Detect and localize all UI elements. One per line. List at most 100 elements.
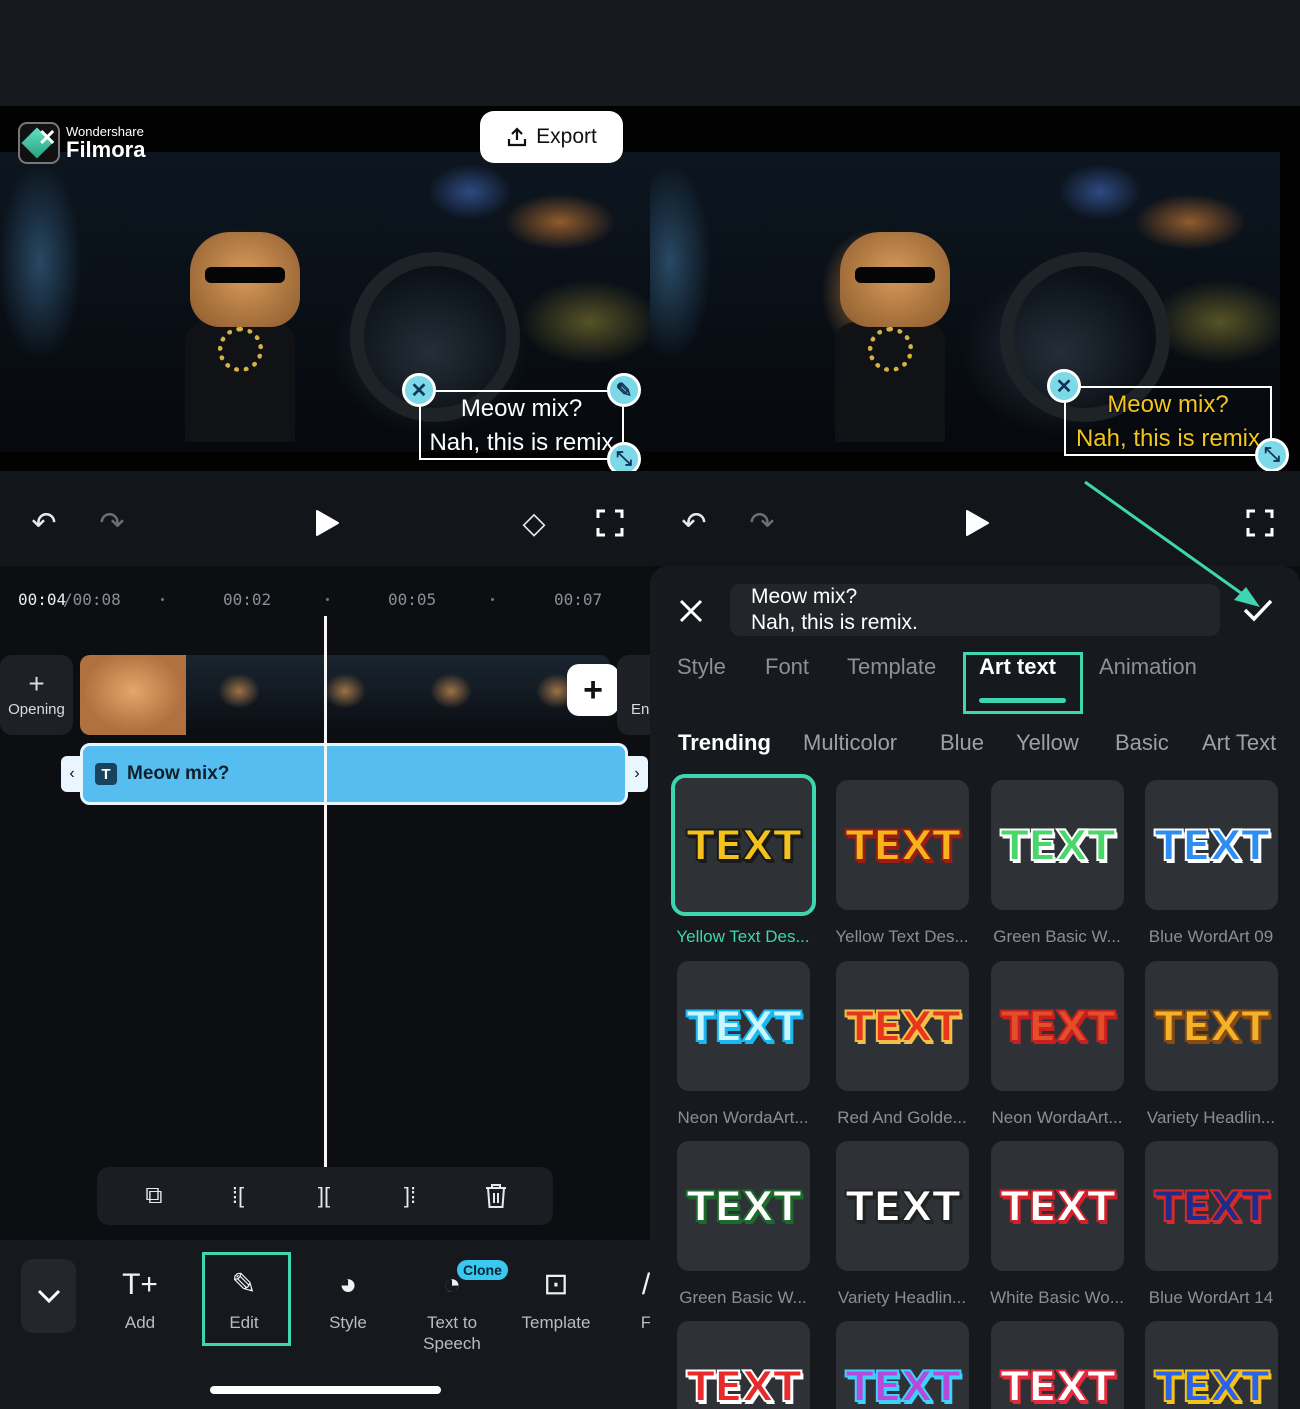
collapse-chevron-icon[interactable] [21,1259,76,1333]
category-blue[interactable]: Blue [940,730,984,756]
video-preview[interactable]: Wondershare Filmora Export Meow mix? Nah… [0,106,650,471]
art-text-preset-card[interactable]: TEXT [836,1141,969,1271]
art-text-preset-card[interactable]: TEXT [677,1141,810,1271]
trim-start-icon[interactable]: ⁞[ [221,1179,255,1213]
playhead[interactable] [324,616,327,1168]
ruler-mark: 00:05 [388,590,437,609]
text-clip[interactable]: T Meow mix? [80,743,628,805]
art-text-preset-card[interactable]: TEXT [991,1141,1124,1271]
upload-icon [508,127,527,147]
close-icon[interactable] [672,592,710,630]
cat-sunglasses [855,267,935,283]
fullscreen-icon[interactable] [590,503,630,543]
art-text-preview: TEXT [1153,1361,1270,1409]
category-multicolor[interactable]: Multicolor [803,730,897,756]
video-clip[interactable] [80,655,610,735]
art-text-preview: TEXT [844,820,961,871]
art-text-preset-card[interactable]: TEXT [836,780,969,910]
tab-animation[interactable]: Animation [1099,654,1197,680]
ruler-dot [161,598,164,601]
caption-resize-icon[interactable]: ⤡ [607,442,641,471]
status-area [0,0,650,106]
duplicate-icon[interactable]: ⧉ [137,1179,171,1213]
art-text-preset-card[interactable]: TEXT [991,1321,1124,1409]
caption-line-2: Nah, this is remix [429,429,614,456]
trim-end-icon[interactable]: ]⁞ [393,1179,427,1213]
category-basic[interactable]: Basic [1115,730,1169,756]
logo-brand-big: Filmora [66,137,146,162]
art-text-preset-label: White Basic Wo... [990,1288,1124,1307]
caption-box[interactable]: Meow mix? Nah, this is remix [1064,386,1272,456]
art-text-preset-card[interactable]: TEXT [677,1321,810,1409]
caption-resize-icon[interactable]: ⤡ [1255,438,1289,471]
art-text-preview: TEXT [685,1181,802,1232]
clip-thumbnail [186,655,292,735]
clone-badge: Clone [457,1260,508,1280]
art-text-preset-card[interactable]: TEXT [1145,1141,1278,1271]
template-button[interactable]: ⊡ Template [506,1262,606,1333]
style-button[interactable]: ◕ Style [298,1262,398,1333]
category-yellow[interactable]: Yellow [1016,730,1079,756]
caption-delete-icon[interactable]: ✕ [402,373,436,407]
art-text-preset-label: Neon WordaArt... [677,1108,809,1127]
video-preview[interactable]: Meow mix? Nah, this is remix ✕ ⤡ [650,106,1300,471]
art-text-preview: TEXT [999,1181,1116,1232]
play-icon[interactable] [305,501,349,545]
art-text-preset-card[interactable]: TEXT [1145,780,1278,910]
tab-style[interactable]: Style [677,654,726,680]
redo-icon[interactable]: ↷ [90,503,134,543]
art-text-preset-card[interactable]: TEXT [1145,1321,1278,1409]
template-label: Template [521,1313,591,1332]
ruler-dot [491,598,494,601]
timecode-current: 00:04 [18,590,67,609]
keyframe-icon[interactable]: ◇ [512,501,556,545]
art-text-preview: TEXT [1153,820,1270,871]
cat-chain [868,327,913,372]
add-text-button[interactable]: T+ Add [90,1262,190,1333]
art-text-preset-label: Yellow Text Des... [676,927,810,946]
ending-button[interactable]: En [617,655,650,735]
art-text-preset-label: Variety Headlin... [1146,1108,1276,1127]
caption-edit-icon[interactable]: ✎ [607,373,641,407]
art-text-preset-card[interactable]: TEXT [671,774,816,916]
home-indicator [210,1386,441,1394]
caption-line-1: Meow mix? [460,395,583,422]
art-text-preset-card[interactable]: TEXT [677,961,810,1091]
split-icon[interactable]: ][ [307,1179,341,1213]
art-text-preset-card[interactable]: TEXT [836,961,969,1091]
art-text-preview: TEXT [999,820,1116,871]
trim-handle-right[interactable]: › [626,756,648,792]
caption-delete-icon[interactable]: ✕ [1047,369,1081,403]
art-text-preset-label: Yellow Text Des... [835,927,969,946]
text-clip-label: Meow mix? [127,763,230,784]
art-text-preset-card[interactable]: TEXT [836,1321,969,1409]
font-button[interactable]: / F [596,1262,650,1333]
export-button[interactable]: Export [480,111,623,163]
undo-icon[interactable]: ↶ [672,503,716,543]
caption-box[interactable]: Meow mix? Nah, this is remix [419,390,624,460]
tab-font[interactable]: Font [765,654,809,680]
text-to-speech-label: Text to Speech [423,1313,481,1353]
ruler-dot [326,598,329,601]
art-text-preset-card[interactable]: TEXT [991,961,1124,1091]
play-icon[interactable] [955,501,999,545]
art-text-preset-card[interactable]: TEXT [1145,961,1278,1091]
cat-chain [218,327,263,372]
delete-icon[interactable] [479,1179,513,1213]
art-text-preset-card[interactable]: TEXT [991,780,1124,910]
redo-icon[interactable]: ↷ [740,503,784,543]
clip-thumbnail [398,655,504,735]
opening-button[interactable]: + Opening [0,655,73,735]
edit-highlight-box [202,1252,291,1346]
editor-pane-right: Meow mix? Nah, this is remix ✕ ⤡ ↶ ↷ Meo… [650,0,1300,1409]
cat-sunglasses [205,267,285,283]
art-text-preview: TEXT [844,1361,961,1409]
art-text-preset-label: Blue WordArt 14 [1148,1288,1274,1307]
category-art-text[interactable]: Art Text [1202,730,1276,756]
tab-template[interactable]: Template [847,654,936,680]
add-clip-button[interactable]: + [567,664,619,716]
undo-icon[interactable]: ↶ [22,503,66,543]
screenshot: Wondershare Filmora Export Meow mix? Nah… [0,0,1300,1409]
art-text-preview: TEXT [844,1181,961,1232]
category-trending[interactable]: Trending [678,730,771,756]
